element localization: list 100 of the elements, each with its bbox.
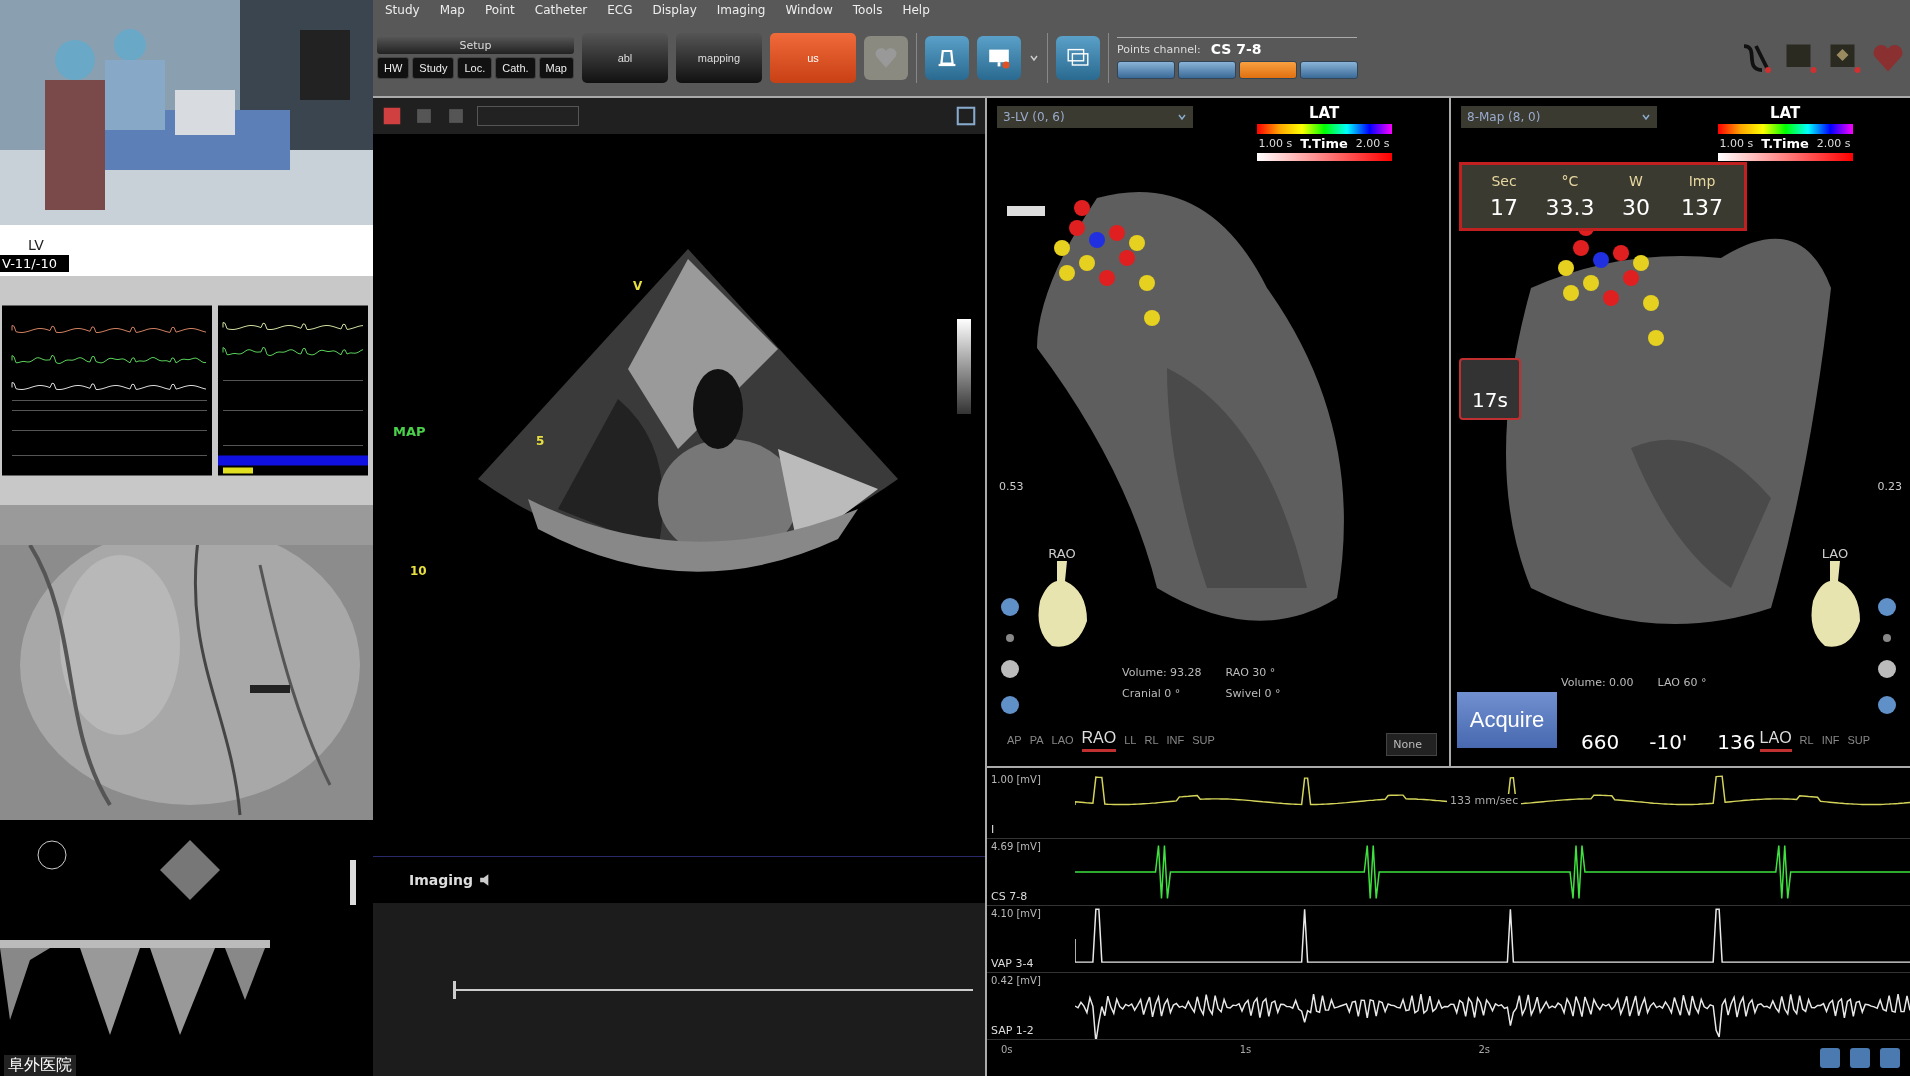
- caret-icon[interactable]: [1028, 53, 1039, 63]
- rotate-icon[interactable]: [1878, 696, 1896, 714]
- view-button[interactable]: LL: [1124, 729, 1137, 752]
- timer-badge: 17s: [1459, 358, 1521, 420]
- acquire-button[interactable]: Acquire: [1457, 692, 1557, 748]
- view-stat: LAO 60 °: [1657, 676, 1707, 689]
- menu-item[interactable]: Imaging: [716, 3, 766, 17]
- column-header: Imp: [1688, 173, 1716, 189]
- menu-item[interactable]: ECG: [607, 3, 633, 17]
- sweep-speed: 133 mm/sec: [1447, 794, 1522, 807]
- rotate-icon[interactable]: [1878, 598, 1896, 616]
- view-button[interactable]: INF: [1821, 729, 1840, 752]
- view-stat: Volume: 93.28: [1122, 666, 1202, 679]
- channel-button[interactable]: [1116, 61, 1175, 79]
- channel-scale: 1.00 [mV]: [991, 774, 1042, 785]
- time-label: 2s: [1478, 1044, 1490, 1055]
- mode-label: MAP: [393, 424, 426, 439]
- channel-label: V-11/-10: [0, 255, 69, 272]
- caret-icon[interactable]: [1641, 112, 1651, 122]
- view-button[interactable]: AP: [1007, 729, 1022, 752]
- channel-name: I: [991, 823, 996, 836]
- depth-marker: V: [633, 279, 643, 293]
- setup-tab[interactable]: HW: [377, 57, 410, 79]
- points-channel-value: CS 7-8: [1210, 41, 1262, 57]
- bell-icon[interactable]: [924, 36, 969, 80]
- legend-label: T.Time: [1761, 136, 1809, 151]
- channel-button[interactable]: [1238, 61, 1297, 79]
- legend-title: LAT: [1308, 104, 1340, 122]
- imaging-label: Imaging: [409, 872, 474, 888]
- monitor-icon[interactable]: [976, 36, 1021, 80]
- channel-scale: 4.10 [mV]: [991, 908, 1042, 919]
- windows-icon[interactable]: [1055, 36, 1100, 80]
- dropdown-field[interactable]: [477, 106, 579, 126]
- view-button[interactable]: INF: [1166, 729, 1185, 752]
- channel-scale: 0.42 [mV]: [991, 975, 1042, 986]
- view-button[interactable]: PA: [1029, 729, 1044, 752]
- mode-button[interactable]: mapping: [675, 33, 762, 83]
- filter-dropdown[interactable]: None: [1386, 733, 1437, 756]
- column-header: °C: [1561, 173, 1579, 189]
- scale-min: 1.00 s: [1719, 137, 1754, 150]
- menu-item[interactable]: Tools: [852, 3, 883, 17]
- menu-item[interactable]: Window: [785, 3, 833, 17]
- view-button[interactable]: RL: [1799, 729, 1814, 752]
- caret-icon[interactable]: [1177, 112, 1187, 122]
- dot-icon: [1006, 634, 1014, 642]
- channel-button[interactable]: [1299, 61, 1358, 79]
- view-button[interactable]: SUP: [1192, 729, 1215, 752]
- view-button[interactable]: LAO: [1051, 729, 1074, 752]
- mode-button[interactable]: abl: [581, 33, 668, 83]
- menu-item[interactable]: Map: [439, 3, 465, 17]
- setup-tab[interactable]: Map: [538, 57, 574, 79]
- map-dropdown[interactable]: 3-LV (0, 6): [997, 106, 1193, 128]
- setup-tab[interactable]: Study: [412, 57, 455, 79]
- tool-icon[interactable]: [381, 105, 403, 127]
- menu-item[interactable]: Help: [902, 3, 930, 17]
- depth-marker: 5: [536, 434, 545, 448]
- scale-max: 2.00 s: [1355, 137, 1390, 150]
- setup-header[interactable]: Setup: [377, 37, 574, 54]
- time-label: 1s: [1239, 1044, 1252, 1055]
- readout-value: 136: [1717, 730, 1756, 754]
- column-header: W: [1629, 173, 1643, 189]
- scale-min: 1.00 s: [1258, 137, 1293, 150]
- view-stat: Volume: 0.00: [1561, 676, 1634, 689]
- readout-value: -10': [1649, 730, 1688, 754]
- view-button[interactable]: RAO: [1081, 729, 1117, 752]
- setup-tab[interactable]: Loc.: [457, 57, 493, 79]
- view-stat: Cranial 0 °: [1122, 687, 1182, 700]
- ablation-value: 33.3: [1545, 195, 1595, 220]
- rotate-icon[interactable]: [1001, 696, 1019, 714]
- zoom-value: 0.23: [1877, 480, 1902, 493]
- view-stat: Swivel 0 °: [1225, 687, 1281, 700]
- time-label: 0s: [1001, 1044, 1013, 1055]
- menu-item[interactable]: Display: [652, 3, 697, 17]
- view-button[interactable]: RL: [1144, 729, 1159, 752]
- view-button[interactable]: LAO: [1759, 729, 1792, 752]
- view-button[interactable]: SUP: [1847, 729, 1870, 752]
- menu-item[interactable]: Catheter: [534, 3, 588, 17]
- zoom-value: 0.53: [999, 480, 1024, 493]
- view-stat: RAO 30 °: [1225, 666, 1277, 679]
- depth-marker: 10: [410, 564, 427, 578]
- setup-tab[interactable]: Cath.: [495, 57, 536, 79]
- ablation-value: 137: [1681, 195, 1723, 220]
- channel-button[interactable]: [1177, 61, 1236, 79]
- ablation-value: 30: [1622, 195, 1650, 220]
- reset-icon[interactable]: [1878, 660, 1896, 678]
- slider-thumb[interactable]: [453, 980, 456, 999]
- legend-title: LAT: [1769, 104, 1801, 122]
- dot-icon: [1883, 634, 1891, 642]
- map-dropdown[interactable]: 8-Map (8, 0): [1461, 106, 1657, 128]
- rotate-icon[interactable]: [1001, 598, 1019, 616]
- menu-item[interactable]: Study: [385, 3, 420, 17]
- hospital-name: 阜外医院: [4, 1055, 76, 1076]
- channel-name: CS 7-8: [991, 890, 1029, 903]
- expand-icon[interactable]: [955, 105, 977, 127]
- reset-icon[interactable]: [1001, 660, 1019, 678]
- orientation-label: RAO: [1048, 546, 1076, 561]
- menu-item[interactable]: Point: [485, 3, 515, 17]
- mode-button[interactable]: us: [769, 33, 856, 83]
- legend-label: T.Time: [1300, 136, 1348, 151]
- site-label: LV: [27, 237, 44, 253]
